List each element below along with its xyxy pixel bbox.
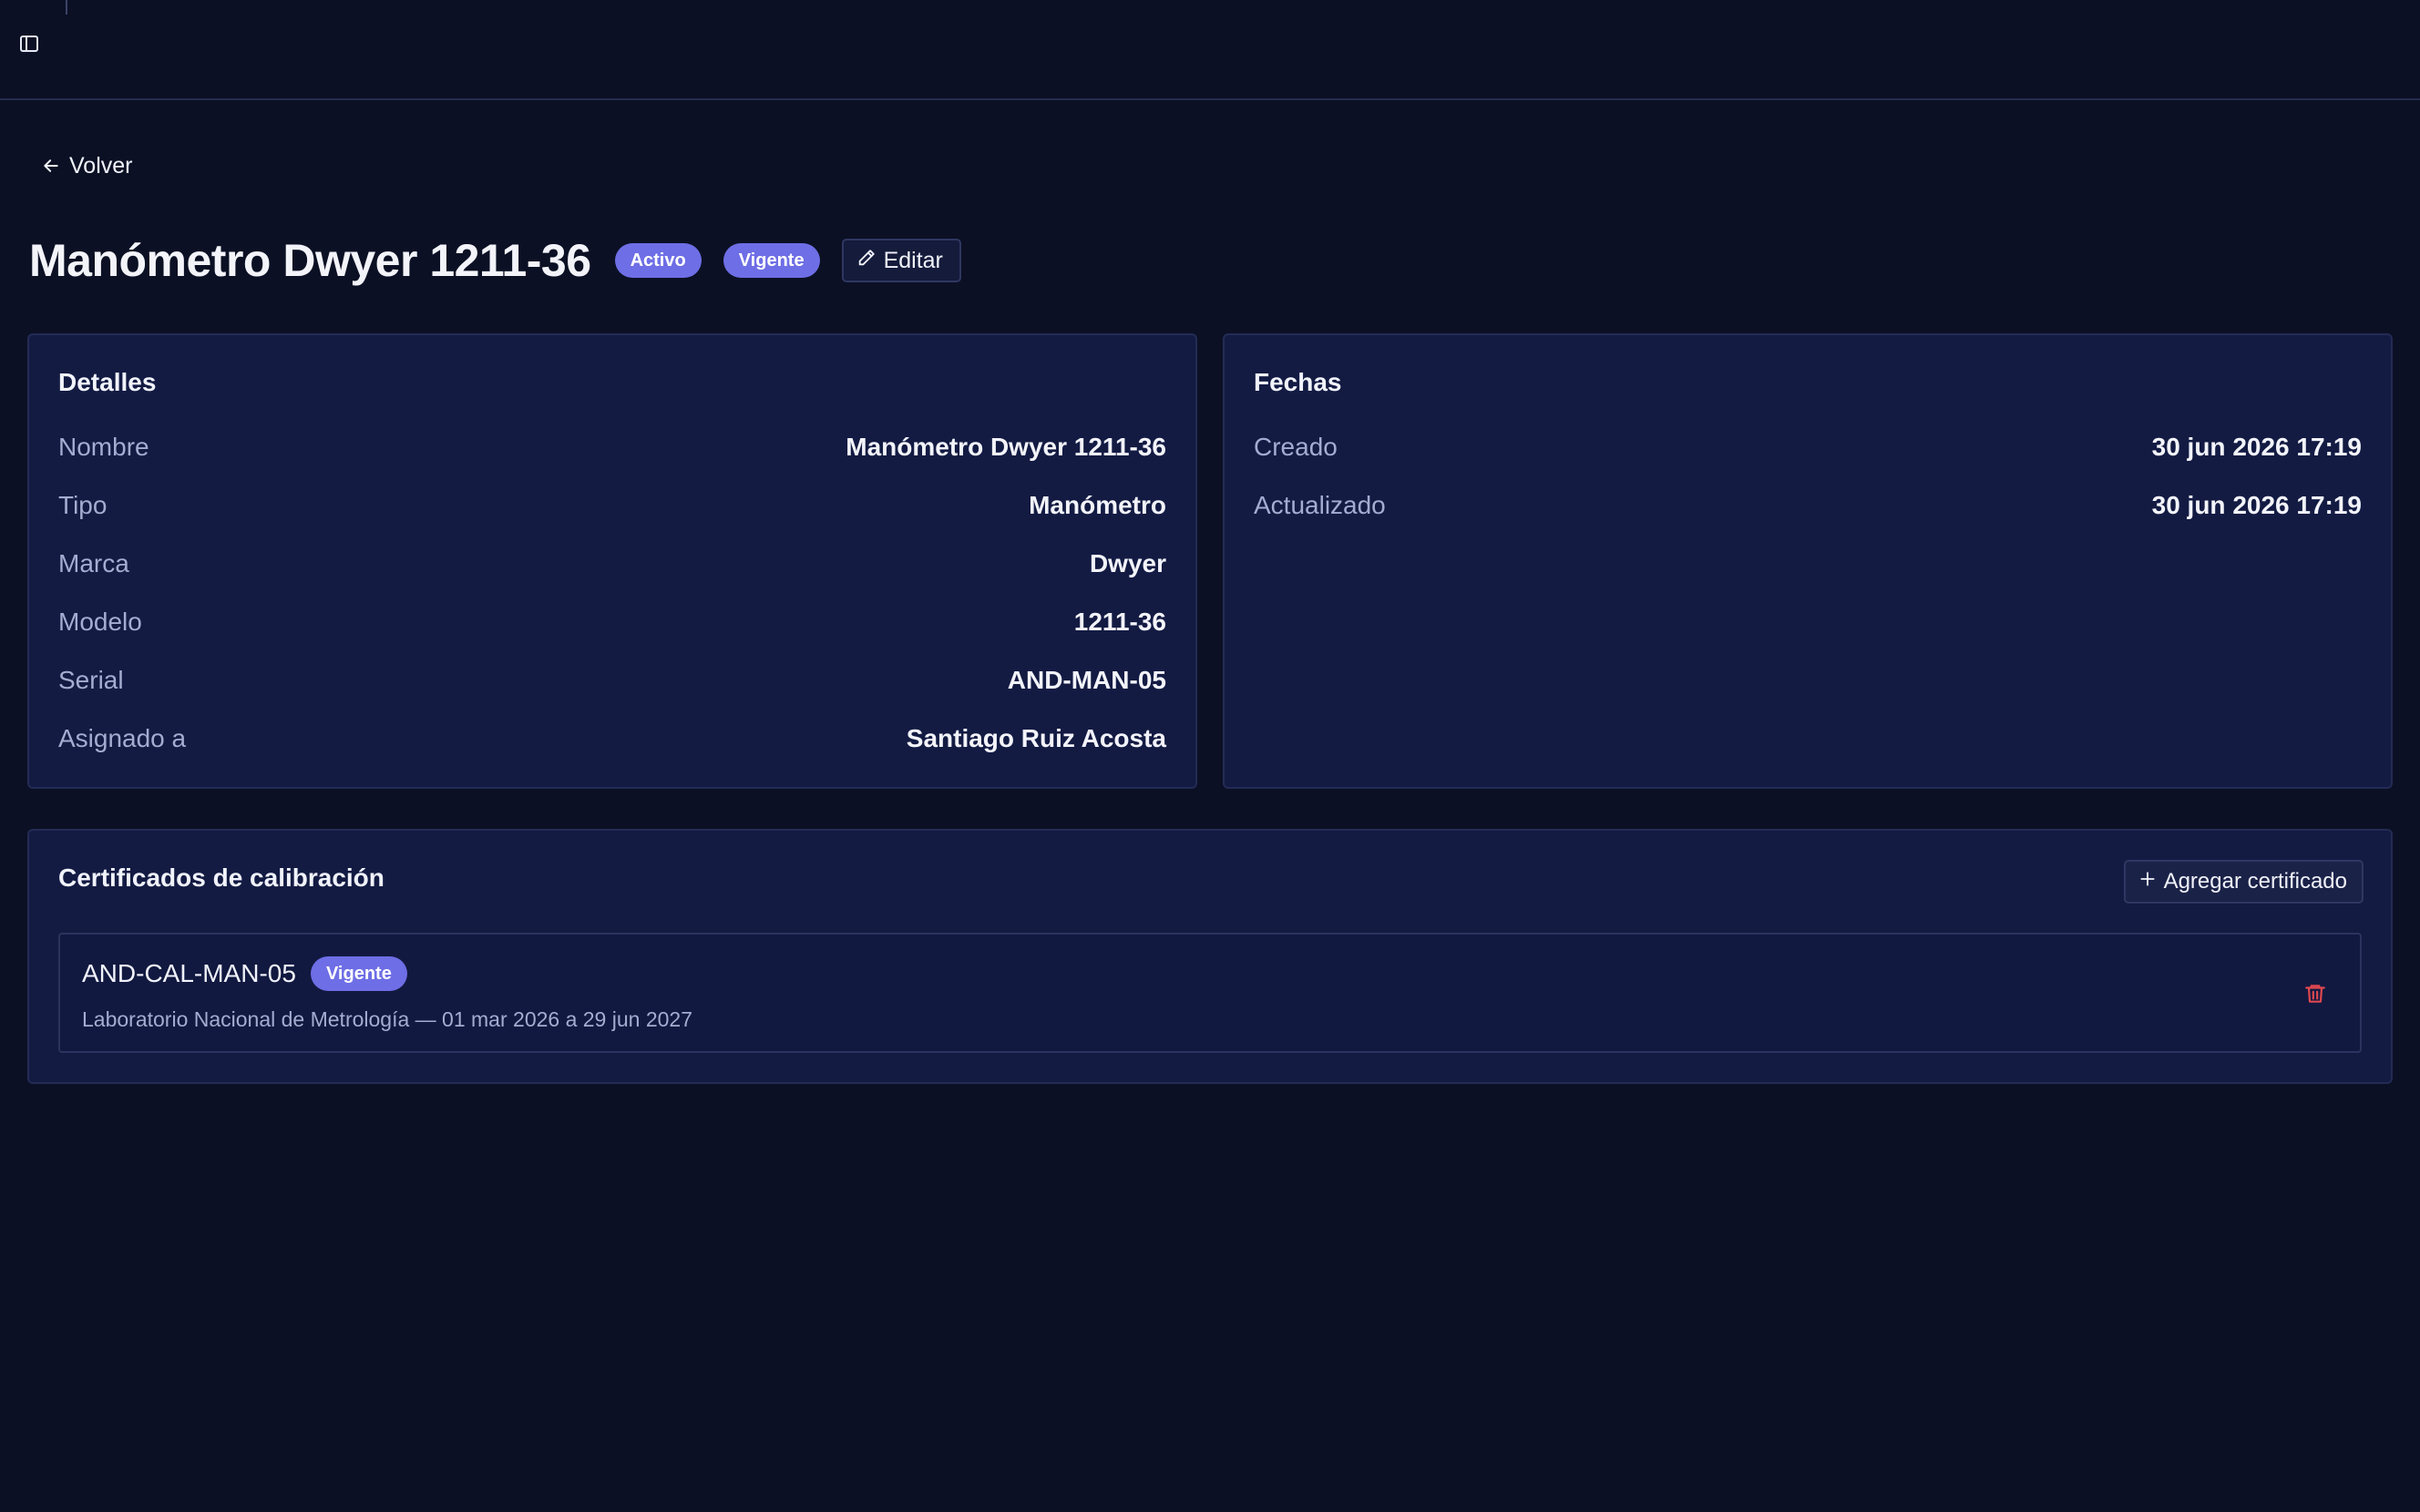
page-title: Manómetro Dwyer 1211-36 (29, 235, 591, 286)
date-label: Actualizado (1254, 491, 1386, 519)
certificate-code: AND-CAL-MAN-05 (82, 959, 296, 987)
detail-label: Nombre (58, 433, 149, 461)
date-row-actualizado: Actualizado 30 jun 2026 17:19 (1254, 490, 2362, 548)
details-list: Nombre Manómetro Dwyer 1211-36 Tipo Manó… (58, 432, 1166, 782)
dates-card: Fechas Creado 30 jun 2026 17:19 Actualiz… (1223, 333, 2393, 789)
details-title: Detalles (58, 368, 157, 396)
detail-value: 1211-36 (1073, 608, 1166, 636)
arrow-left-icon (42, 157, 60, 175)
detail-row-asignado: Asignado a Santiago Ruiz Acosta (58, 723, 1166, 782)
certificate-status-badge: Vigente (310, 956, 407, 991)
certificate-head: AND-CAL-MAN-05 Vigente (82, 956, 407, 991)
pencil-icon (856, 248, 877, 274)
title-row: Manómetro Dwyer 1211-36 Activo Vigente E… (29, 233, 961, 288)
date-value: 30 jun 2026 17:19 (2151, 433, 2362, 461)
detail-value: AND-MAN-05 (1007, 666, 1166, 694)
sidebar-panel-icon[interactable] (18, 33, 40, 55)
date-value: 30 jun 2026 17:19 (2151, 491, 2362, 519)
detail-value: Santiago Ruiz Acosta (906, 724, 1166, 752)
certificate-item[interactable]: AND-CAL-MAN-05 Vigente Laboratorio Nacio… (58, 933, 2362, 1053)
plus-icon (2138, 869, 2157, 894)
date-label: Creado (1254, 433, 1338, 461)
certificates-card: Certificados de calibración Agregar cert… (27, 829, 2393, 1084)
certificates-title: Certificados de calibración (58, 863, 385, 892)
back-label: Volver (69, 152, 133, 179)
edit-label: Editar (883, 247, 943, 273)
back-button[interactable]: Volver (42, 149, 132, 182)
detail-label: Tipo (58, 491, 108, 519)
detail-label: Serial (58, 666, 124, 694)
certificate-meta: Laboratorio Nacional de Metrología — 01 … (82, 1007, 692, 1031)
detail-label: Modelo (58, 608, 142, 636)
detail-label: Marca (58, 549, 129, 577)
detail-row-tipo: Tipo Manómetro (58, 490, 1166, 548)
edit-button[interactable]: Editar (841, 239, 961, 282)
detail-value: Manómetro Dwyer 1211-36 (846, 433, 1166, 461)
validity-badge: Vigente (723, 243, 820, 278)
detail-value: Dwyer (1089, 549, 1166, 577)
date-row-creado: Creado 30 jun 2026 17:19 (1254, 432, 2362, 490)
detail-label: Asignado a (58, 724, 187, 752)
status-badge: Activo (614, 243, 702, 278)
detail-row-marca: Marca Dwyer (58, 548, 1166, 607)
dates-list: Creado 30 jun 2026 17:19 Actualizado 30 … (1254, 432, 2362, 548)
detail-value: Manómetro (1029, 491, 1166, 519)
detail-row-serial: Serial AND-MAN-05 (58, 665, 1166, 723)
trash-icon[interactable] (2303, 982, 2327, 1006)
details-card: Detalles Nombre Manómetro Dwyer 1211-36 … (27, 333, 1197, 789)
toolbar-divider (66, 0, 67, 15)
add-certificate-label: Agregar certificado (2163, 869, 2347, 894)
add-certificate-button[interactable]: Agregar certificado (2123, 860, 2364, 904)
detail-row-modelo: Modelo 1211-36 (58, 607, 1166, 665)
dates-title: Fechas (1254, 368, 1342, 396)
top-bar (0, 0, 2420, 100)
detail-row-nombre: Nombre Manómetro Dwyer 1211-36 (58, 432, 1166, 490)
